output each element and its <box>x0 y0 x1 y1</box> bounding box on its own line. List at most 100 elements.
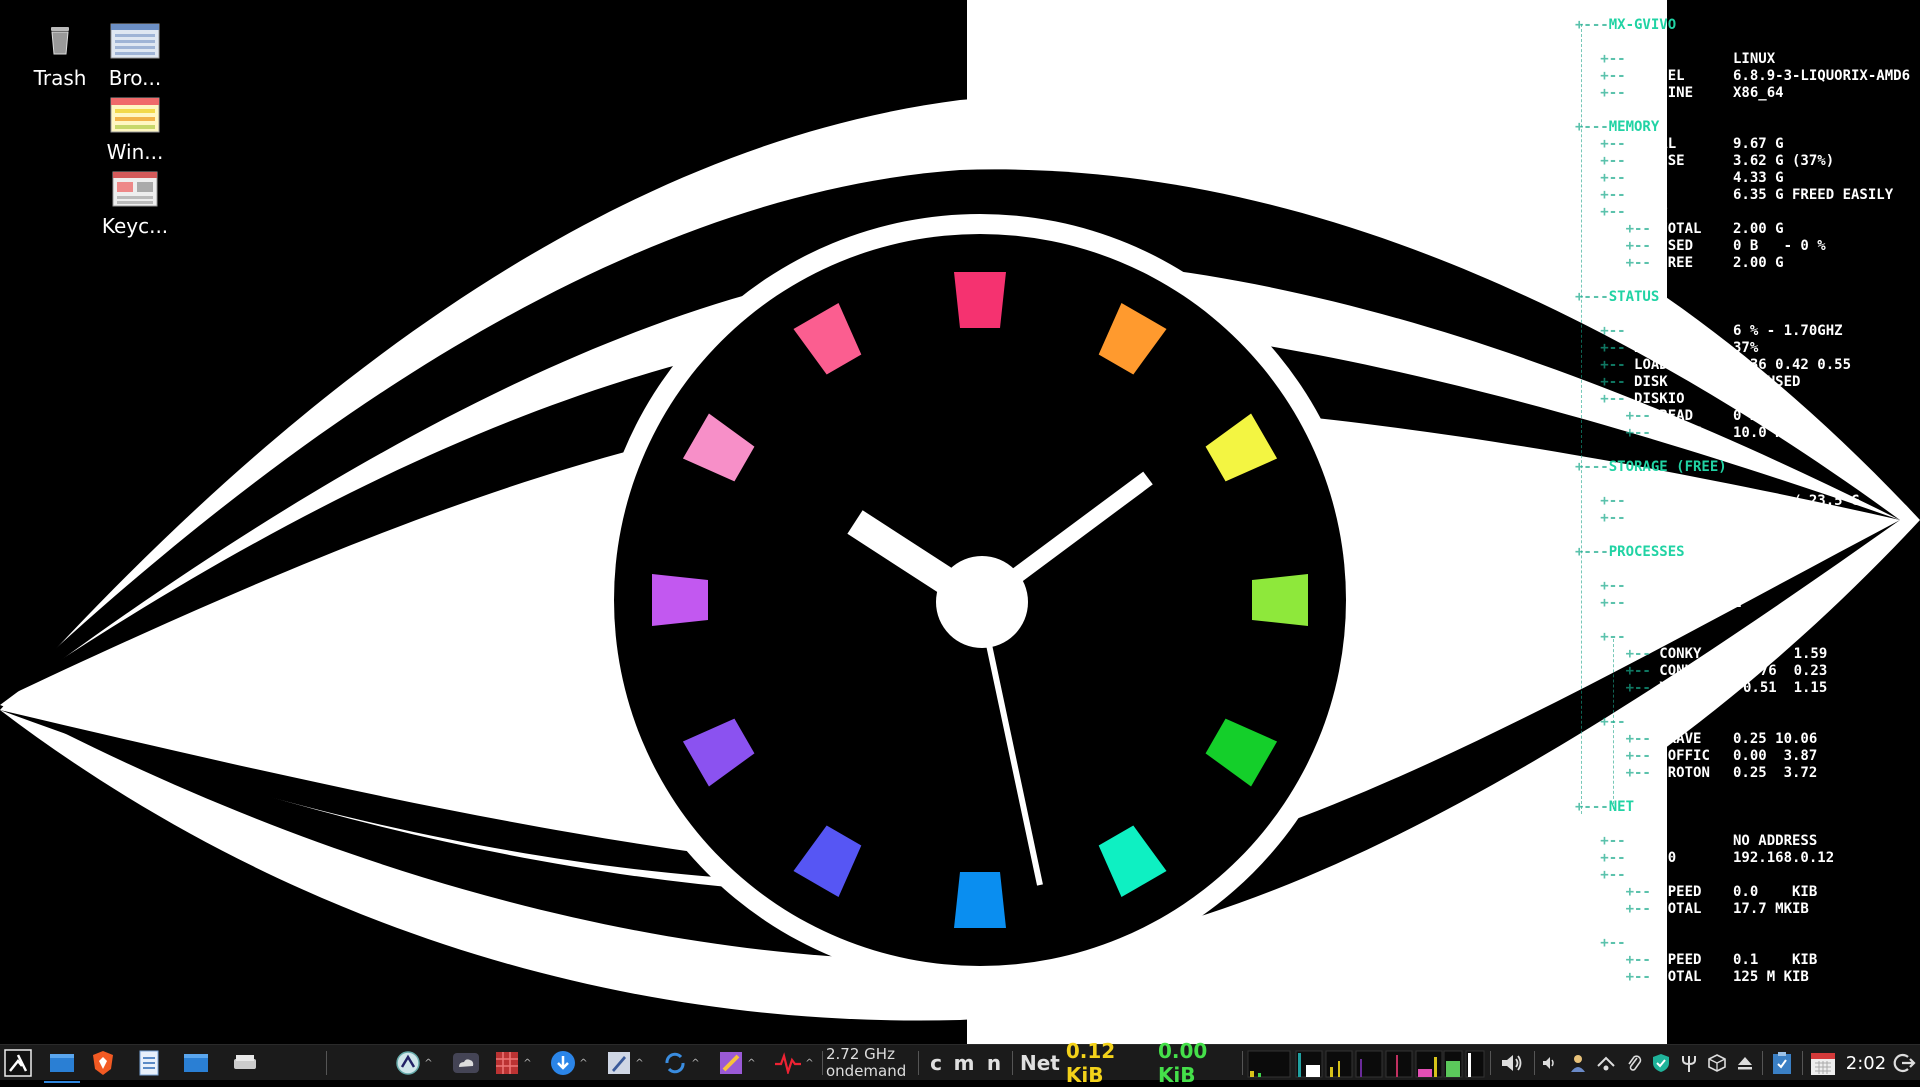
chevron-up-icon: ^ <box>805 1057 814 1069</box>
taskbar-app-drive[interactable] <box>228 1045 262 1081</box>
conky-down-speed-label: SPEED <box>1659 952 1702 968</box>
conky-status-title: STATUS <box>1608 289 1660 305</box>
network-icon <box>1597 1056 1615 1071</box>
paperclip-icon <box>1628 1055 1642 1071</box>
tray-color-picker[interactable]: ^ <box>714 1045 760 1081</box>
tray-user[interactable] <box>1566 1045 1590 1081</box>
conky-swap-total-value: 2.00 G <box>1733 221 1784 237</box>
tray-eject[interactable] <box>1732 1045 1758 1081</box>
conky-home-value: 6.52 G / 15.7 G <box>1733 510 1860 526</box>
tray-usb[interactable] <box>1676 1045 1702 1081</box>
conky-ram-label: RAM <box>1634 340 1660 356</box>
tray-attachment[interactable] <box>1622 1045 1646 1081</box>
taskbar-app-file-manager[interactable] <box>44 1045 80 1083</box>
clock-time: 2:02 <box>1845 1052 1887 1074</box>
conky-os-value: LINUX <box>1733 51 1776 67</box>
conky-mem-proc-name: PROTON <box>1659 765 1710 781</box>
download-icon <box>551 1051 576 1075</box>
taskbar-clock[interactable]: 2:02 <box>1844 1045 1888 1081</box>
volume-control[interactable] <box>1496 1045 1528 1081</box>
spreadsheet-thumbnail-icon <box>109 96 161 134</box>
conky-mem-total-label: TOTAL <box>1634 136 1677 152</box>
color-picker-icon <box>720 1052 743 1074</box>
conky-mem-proc-name: SOFFIC <box>1659 748 1710 764</box>
desktop-icon-label: Keyc... <box>101 214 169 238</box>
conky-up-total-value: 17.7 MKIB <box>1733 901 1809 917</box>
tray-volume-small[interactable] <box>1538 1045 1562 1081</box>
monitor-letter-c[interactable]: c <box>926 1045 946 1081</box>
cpu-frequency-plugin[interactable]: 2.72 GHz ondemand <box>826 1045 918 1081</box>
tray-download[interactable]: ^ <box>546 1045 592 1081</box>
conky-mem-total-value: 9.67 G <box>1733 136 1784 152</box>
conky-root-label: /ROOT <box>1634 493 1677 509</box>
tray-calendar-grid[interactable]: ^ <box>490 1045 536 1081</box>
calendar-button[interactable] <box>1806 1045 1840 1081</box>
monitor-m-label: m <box>953 1051 975 1075</box>
conky-swap-label: SWAP <box>1634 204 1668 220</box>
activity-graphs[interactable] <box>1246 1045 1486 1081</box>
conky-swap-used-value: 0 B - 0 % <box>1733 238 1826 254</box>
network-speed-plugin[interactable]: Net 0.12 KiB 0.00 KiB <box>1020 1039 1242 1087</box>
conky-loadavg-value: 0.36 0.42 0.55 <box>1733 357 1852 373</box>
conky-proc-running-label: RUNNING <box>1634 595 1694 611</box>
conky-mem-inuse-value: 3.62 G (37%) <box>1733 153 1835 169</box>
desktop-icon-keyc-file[interactable]: Keyc... <box>85 170 185 238</box>
tray-vpn[interactable] <box>1648 1045 1674 1081</box>
tray-network[interactable] <box>1594 1045 1618 1081</box>
pen-editor-icon <box>608 1052 631 1074</box>
cpu-frequency-value: 2.72 GHz <box>826 1045 895 1063</box>
tray-clipboard[interactable] <box>1766 1045 1798 1081</box>
tray-weather[interactable] <box>448 1045 484 1081</box>
conky-cpu-proc-value: 2.02 1.59 <box>1743 646 1828 662</box>
clipboard-icon <box>1773 1052 1791 1074</box>
calendar-icon <box>1811 1053 1835 1075</box>
tray-sync[interactable]: ^ <box>658 1045 704 1081</box>
conky-root-value: 6.47 G / 23.5 G <box>1733 493 1860 509</box>
cloud-icon <box>453 1053 479 1073</box>
conky-memory-title: MEMORY <box>1608 119 1660 135</box>
tray-updater[interactable]: ^ <box>390 1045 438 1081</box>
document-thumbnail-icon <box>109 170 161 208</box>
clock-hour-marker <box>954 872 1006 928</box>
conky-proc-cpu-label: CPU <box>1634 629 1660 645</box>
tray-package[interactable] <box>1704 1045 1730 1081</box>
start-menu-button[interactable] <box>2 1045 34 1081</box>
vpn-shield-icon <box>1653 1054 1669 1072</box>
conky-cpu-proc-value: 0.51 1.15 <box>1743 680 1828 696</box>
desktop-icon-label: Win... <box>106 140 164 164</box>
trident-usb-icon <box>1682 1056 1696 1072</box>
eject-icon <box>1738 1057 1752 1070</box>
conky-diskio-label: DISKIO <box>1634 391 1685 407</box>
conky-home-label: /HOME <box>1634 510 1677 526</box>
monitor-letter-m[interactable]: m <box>952 1045 976 1081</box>
conky-mem-auto-value: 6.35 G FREED EASILY <box>1733 187 1894 203</box>
conky-up-speed-label: SPEED <box>1659 884 1702 900</box>
tray-system-load[interactable]: ^ <box>770 1045 818 1081</box>
taskbar-app-window[interactable] <box>178 1045 214 1081</box>
chevron-up-icon: ^ <box>424 1057 433 1069</box>
heartbeat-graph-icon <box>775 1052 802 1074</box>
desktop-icon-win-file[interactable]: Win... <box>85 96 185 164</box>
desktop-icon-bro-file[interactable]: Bro... <box>85 22 185 90</box>
conky-mem-free-value: 4.33 G <box>1733 170 1784 186</box>
window-icon <box>50 1054 74 1072</box>
taskbar-app-brave[interactable] <box>86 1045 120 1081</box>
taskbar-app-document[interactable] <box>132 1045 166 1081</box>
conky-cpu-proc-name: CONKY <box>1659 646 1702 662</box>
conky-mem-proc-value: 0.25 3.72 <box>1733 765 1818 781</box>
conky-loadavg-label: LOADAVG <box>1634 357 1694 373</box>
logout-button[interactable] <box>1890 1045 1918 1081</box>
conky-mem-proc-value: 0.00 3.87 <box>1733 748 1818 764</box>
conky-up-total-label: TOTAL <box>1659 901 1702 917</box>
drive-icon <box>234 1055 256 1069</box>
conky-net-title: NET <box>1608 799 1635 815</box>
conky-proc-running-value: 1 <box>1733 595 1742 611</box>
tray-editor[interactable]: ^ <box>602 1045 648 1081</box>
conky-read-value: 0 B <box>1733 408 1759 424</box>
conky-hostname: MX-GVIVO <box>1608 17 1677 33</box>
conky-down-total-value: 125 M KIB <box>1733 969 1809 985</box>
conky-mem-proc-value: 0.25 10.06 <box>1733 731 1818 747</box>
net-label: Net <box>1020 1051 1060 1075</box>
monitor-letter-n[interactable]: n <box>984 1045 1004 1081</box>
conky-system-monitor: +---MX-GVIVO +-- OS LINUX +-- KERNEL 6.8.9… <box>1575 17 1911 985</box>
